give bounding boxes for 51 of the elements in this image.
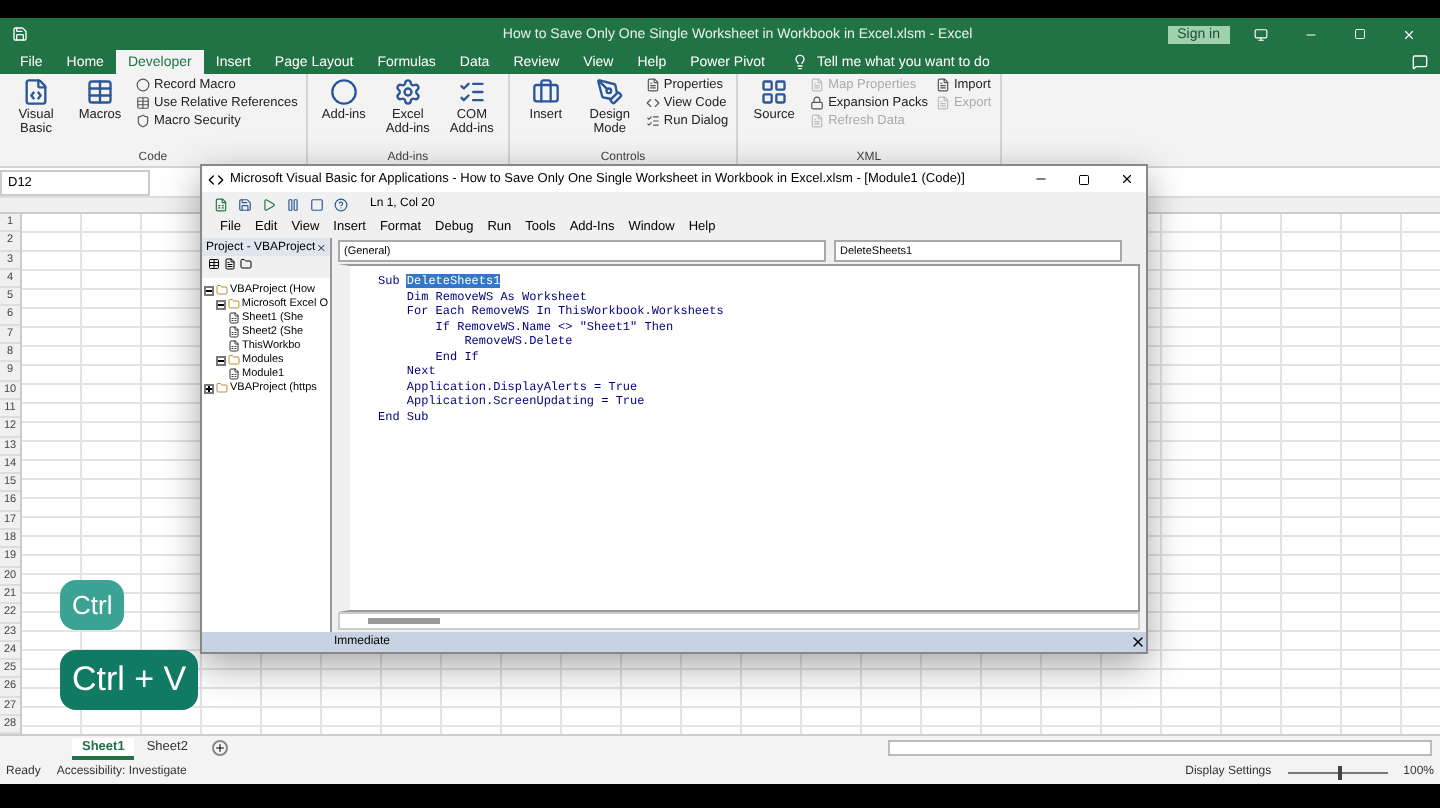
- restore-icon[interactable]: [1354, 28, 1366, 40]
- folder-icon[interactable]: [240, 258, 252, 270]
- maximize-icon[interactable]: [1078, 173, 1090, 185]
- table-icon: [86, 78, 114, 106]
- play-icon[interactable]: [262, 197, 276, 211]
- document-icon: [935, 96, 950, 110]
- pen-icon: [595, 78, 624, 106]
- document-icon: [935, 78, 950, 92]
- document-icon[interactable]: [224, 258, 236, 270]
- lightbulb-icon: [792, 54, 809, 70]
- grid-icon: [760, 78, 789, 106]
- help-icon[interactable]: [334, 197, 348, 211]
- gear-icon: [393, 78, 422, 106]
- horizontal-scrollbar[interactable]: [888, 740, 1432, 756]
- pause-icon[interactable]: [286, 197, 300, 211]
- add-sheet-button[interactable]: [211, 740, 228, 756]
- key-overlay: Ctrl + V: [60, 650, 199, 710]
- code-icon: [645, 96, 660, 110]
- minimize-icon[interactable]: [1034, 172, 1048, 186]
- collapse-icon[interactable]: [216, 355, 226, 365]
- lock-icon: [810, 96, 825, 110]
- key-overlay: Ctrl: [60, 580, 125, 630]
- folder-icon: [228, 354, 240, 366]
- document-icon: [810, 78, 825, 92]
- document-icon: [810, 114, 825, 128]
- table-icon[interactable]: [208, 258, 220, 270]
- collapse-icon[interactable]: [216, 299, 226, 309]
- expand-icon[interactable]: [204, 383, 214, 393]
- circle-icon: [329, 78, 358, 106]
- circle-icon: [136, 78, 150, 92]
- briefcase-icon: [531, 78, 560, 106]
- comment-icon[interactable]: [1412, 54, 1428, 70]
- stop-icon[interactable]: [310, 197, 324, 211]
- document-code-icon: [22, 78, 50, 106]
- collapse-icon[interactable]: [204, 285, 214, 295]
- save-icon[interactable]: [238, 197, 252, 211]
- checklist-icon: [645, 114, 660, 128]
- code-editor[interactable]: [338, 264, 1140, 612]
- close-icon[interactable]: [1120, 172, 1134, 186]
- ribbon-display-icon[interactable]: [1254, 27, 1268, 41]
- table-icon: [136, 96, 150, 110]
- zoom-thumb[interactable]: [1337, 765, 1342, 779]
- document-icon: [645, 78, 660, 92]
- code-icon: [208, 171, 224, 187]
- folder-icon: [216, 382, 228, 394]
- close-icon[interactable]: [1130, 634, 1146, 650]
- shield-icon: [136, 114, 150, 128]
- excel-icon[interactable]: [214, 197, 228, 211]
- sheet-icon: [228, 368, 240, 380]
- checklist-icon: [457, 78, 486, 106]
- horizontal-scrollbar[interactable]: [338, 612, 1140, 630]
